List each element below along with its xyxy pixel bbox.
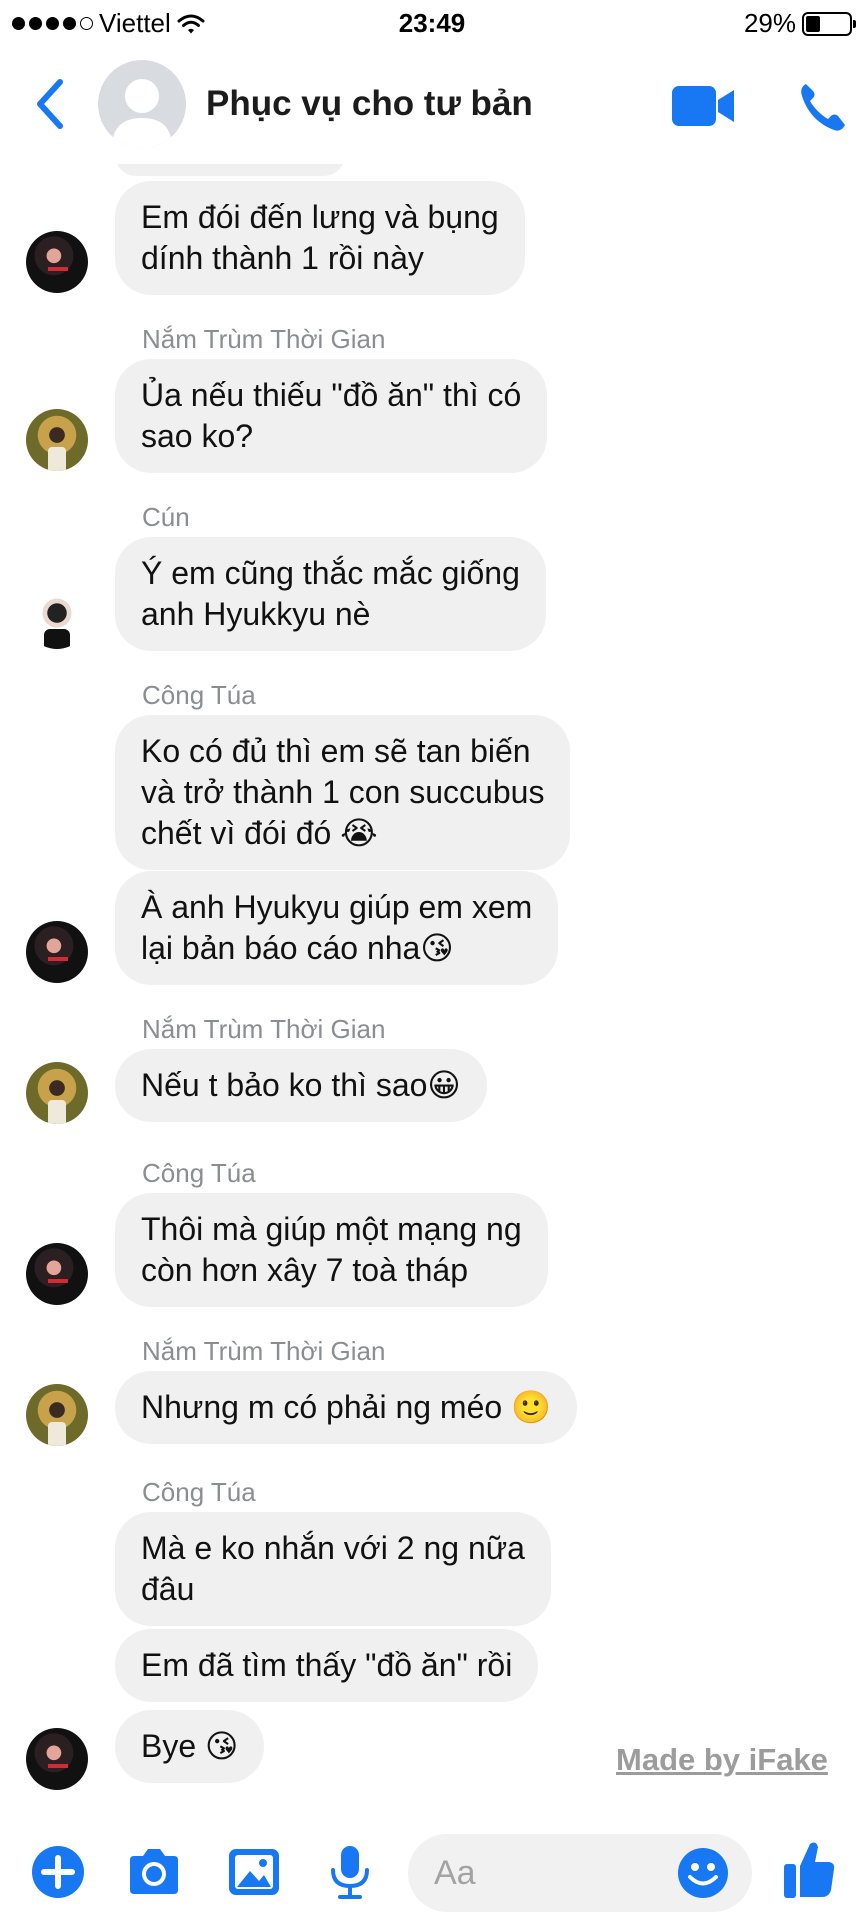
avatar[interactable] <box>26 921 88 983</box>
gallery-icon[interactable] <box>226 1844 282 1900</box>
avatar[interactable] <box>26 1062 88 1124</box>
thumbs-up-icon[interactable] <box>782 1838 836 1900</box>
message-bubble[interactable]: Ý em cũng thắc mắc giống anh Hyukkyu nè <box>115 537 546 651</box>
status-bar: Viettel 23:49 29% <box>0 0 864 46</box>
message-bubble[interactable]: Bye 😘 <box>115 1710 265 1783</box>
sender-name: Công Túa <box>142 680 256 710</box>
plus-icon[interactable] <box>30 1844 86 1900</box>
avatar[interactable] <box>26 1384 88 1446</box>
sender-name: Công Túa <box>142 1158 256 1188</box>
message-bubble[interactable]: Mà e ko nhắn với 2 ng nữa đâu <box>115 1512 551 1626</box>
message-bubble-partial <box>115 164 345 176</box>
message-bubble[interactable]: Em đói đến lưng và bụng dính thành 1 rồi… <box>115 181 525 295</box>
sender-name: Cún <box>142 502 190 532</box>
sender-name: Nắm Trùm Thời Gian <box>142 324 386 354</box>
avatar[interactable] <box>26 231 88 293</box>
sender-name: Công Túa <box>142 1477 256 1507</box>
message-input[interactable] <box>434 1848 654 1898</box>
battery-icon <box>802 11 856 36</box>
watermark: Made by iFake <box>616 1742 828 1777</box>
avatar[interactable] <box>26 587 88 649</box>
message-bubble[interactable]: Ủa nếu thiếu "đồ ăn" thì có sao ko? <box>115 359 548 473</box>
message-bubble[interactable]: Ko có đủ thì em sẽ tan biến và trở thành… <box>115 715 571 870</box>
message-list[interactable]: Em đói đến lưng và bụng dính thành 1 rồi… <box>0 164 864 1814</box>
avatar[interactable] <box>26 1728 88 1790</box>
message-bubble[interactable]: À anh Hyukyu giúp em xem lại bản báo cáo… <box>115 871 559 985</box>
message-bubble[interactable]: Nhưng m có phải ng méo 🙂 <box>115 1371 577 1444</box>
avatar[interactable] <box>26 1243 88 1305</box>
battery-status: 29% <box>743 8 856 39</box>
message-bubble[interactable]: Nếu t bảo ko thì sao😀 <box>115 1049 487 1122</box>
emoji-icon[interactable] <box>676 1846 730 1900</box>
conversation-header: Phục vụ cho tư bản <box>0 46 864 164</box>
back-chevron-icon[interactable] <box>30 76 70 132</box>
microphone-icon[interactable] <box>322 1844 378 1900</box>
group-avatar[interactable] <box>98 60 186 148</box>
video-call-icon[interactable] <box>672 84 734 128</box>
avatar[interactable] <box>26 409 88 471</box>
phone-icon[interactable] <box>798 80 846 132</box>
camera-icon[interactable] <box>126 1844 182 1900</box>
message-bubble[interactable]: Em đã tìm thấy "đồ ăn" rồi <box>115 1629 539 1702</box>
message-bubble[interactable]: Thôi mà giúp một mạng ng còn hơn xây 7 t… <box>115 1193 548 1307</box>
sender-name: Nắm Trùm Thời Gian <box>142 1014 386 1044</box>
sender-name: Nắm Trùm Thời Gian <box>142 1336 386 1366</box>
message-input-box[interactable] <box>408 1834 752 1912</box>
battery-percent: 29% <box>743 8 796 38</box>
composer-toolbar <box>0 1828 864 1920</box>
clock: 23:49 <box>398 8 466 38</box>
conversation-title[interactable]: Phục vụ cho tư bản <box>206 84 533 124</box>
default-avatar-icon <box>112 79 172 148</box>
